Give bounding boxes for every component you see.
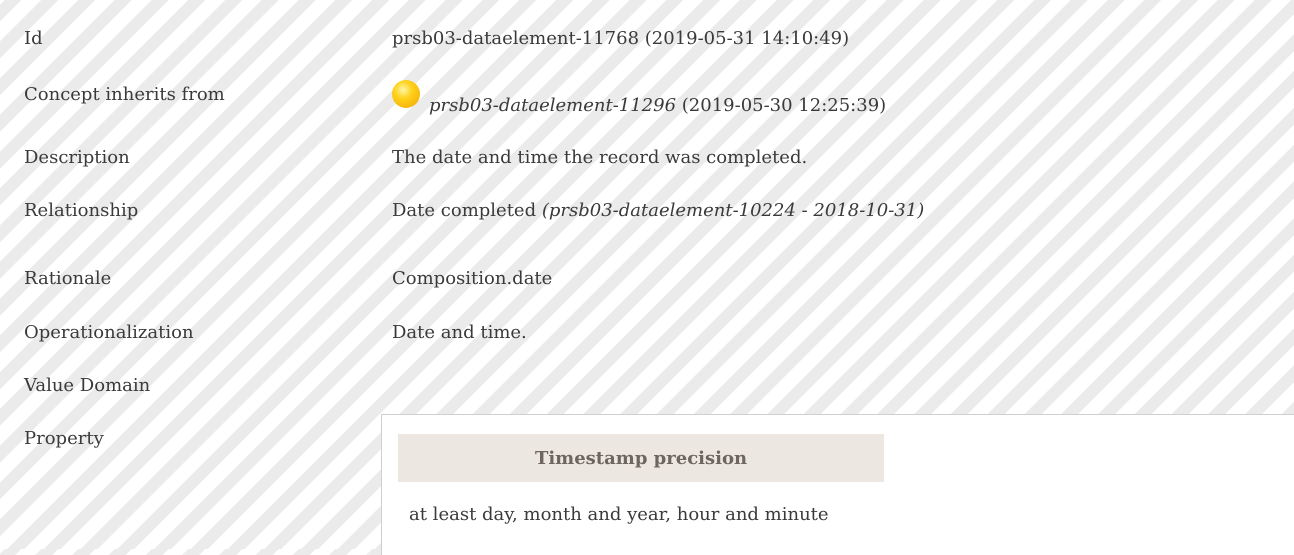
inherits-label: Concept inherits from [24, 84, 225, 105]
yellow-circle-icon [392, 80, 420, 108]
relationship-ref: (prsb03-dataelement-10224 - 2018-10-31) [541, 200, 925, 221]
description-label: Description [24, 147, 130, 168]
operationalization-label: Operationalization [24, 322, 194, 343]
inherits-date: (2019-05-30 12:25:39) [681, 95, 887, 116]
timestamp-precision-text: at least day, month and year, hour and m… [409, 504, 829, 525]
property-panel: Timestamp precision at least day, month … [381, 414, 1294, 555]
relationship-value: Date completed (prsb03-dataelement-10224… [392, 200, 924, 221]
value-domain-label: Value Domain [24, 375, 151, 396]
id-label: Id [24, 28, 43, 49]
relationship-label: Relationship [24, 200, 139, 221]
id-value: prsb03-dataelement-11768 (2019-05-31 14:… [392, 28, 850, 49]
operationalization-value: Date and time. [392, 322, 527, 343]
rationale-value: Composition.date [392, 268, 553, 289]
rationale-label: Rationale [24, 268, 112, 289]
timestamp-precision-header: Timestamp precision [398, 434, 884, 482]
property-label: Property [24, 428, 104, 449]
description-value: The date and time the record was complet… [392, 147, 808, 168]
inherits-value: prsb03-dataelement-11296 (2019-05-30 12:… [392, 80, 887, 120]
inherits-link[interactable]: prsb03-dataelement-11296 [429, 95, 676, 116]
relationship-text: Date completed [392, 200, 537, 221]
